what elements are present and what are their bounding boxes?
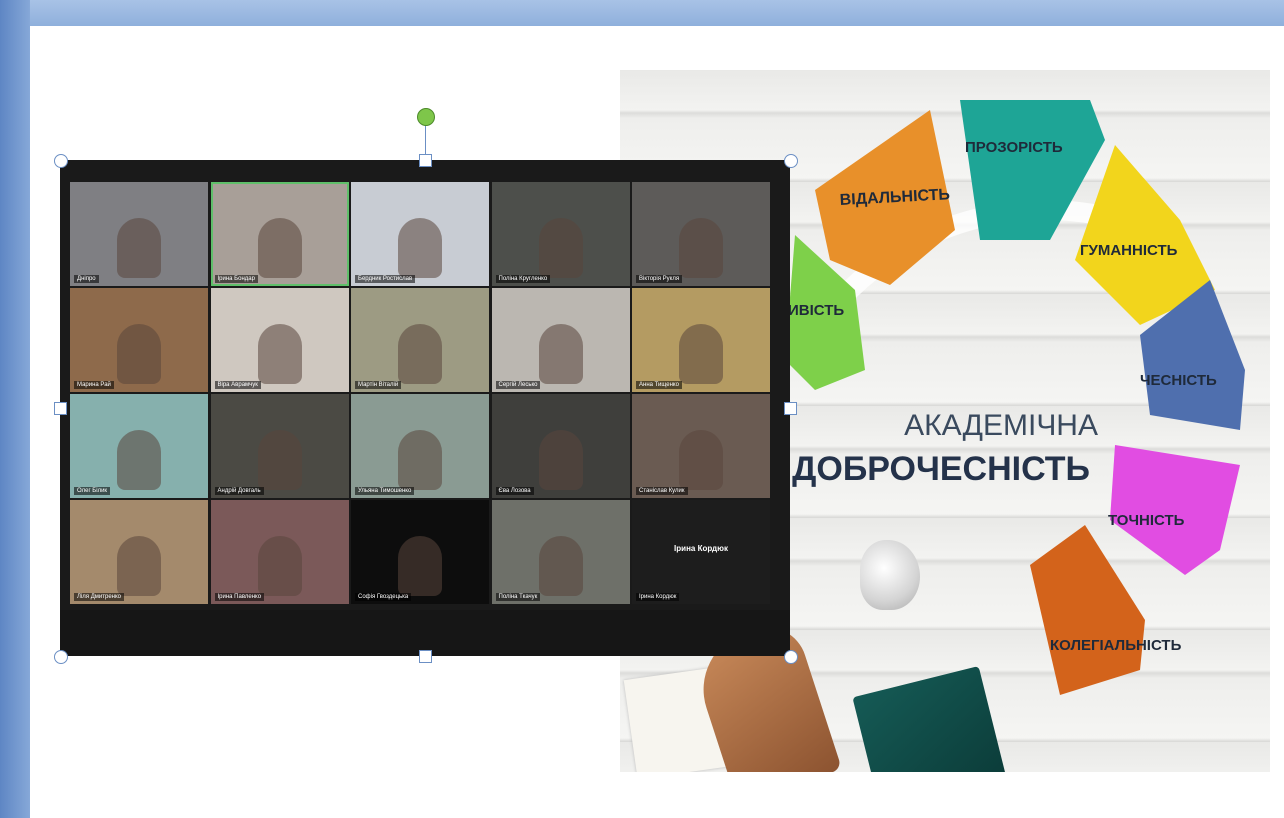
- participant-video: [398, 324, 442, 384]
- participant-video: [257, 218, 302, 278]
- zoom-call-screenshot[interactable]: Дніпро Ірина Бондар Бердник Ростислав Полін…: [60, 160, 790, 656]
- participant-name-label: Ліля Дмитренко: [74, 593, 124, 601]
- participant-video: [679, 218, 723, 278]
- participant-name-label: Марина Рай: [74, 381, 114, 389]
- participant-name-label: Олег Білик: [74, 487, 111, 495]
- participant-tile[interactable]: Поліна Кругленко: [491, 182, 630, 286]
- participant-tile[interactable]: Ульяна Тимошенко: [351, 394, 489, 498]
- participant-tile[interactable]: Сергій Лесько: [491, 288, 630, 392]
- participant-video: [117, 218, 161, 278]
- participant-center-name: Ірина Кордюк: [674, 544, 728, 553]
- participant-video: [679, 430, 723, 490]
- participant-name-label: Поліна Кругленко: [495, 275, 551, 283]
- window-top-band: [0, 0, 1284, 26]
- participant-video: [398, 536, 442, 596]
- participant-video: [538, 536, 583, 596]
- participant-tile[interactable]: Ліля Дмитренко: [70, 500, 208, 604]
- participant-tile[interactable]: Дніпро: [70, 182, 208, 286]
- participant-video: [398, 218, 442, 278]
- petal-label-4: ЧЕСНІСТЬ: [1140, 372, 1217, 389]
- petal-label-6: КОЛЕГІАЛЬНІСТЬ: [1050, 637, 1182, 654]
- participant-name-label: Ірина Кордюк: [636, 593, 680, 601]
- participant-video: [538, 218, 583, 278]
- participant-name-label: Анна Тищенко: [636, 381, 682, 389]
- window-left-band: [0, 0, 30, 818]
- resize-handle-top-left[interactable]: [54, 154, 68, 168]
- participant-name-label: Поліна Ткачук: [495, 593, 541, 601]
- participant-video: [398, 430, 442, 490]
- poster-title-line2: ДОБРОЧЕСНІСТЬ: [792, 450, 1090, 488]
- resize-handle-left[interactable]: [54, 402, 67, 415]
- participant-tile[interactable]: Станіслав Кулик: [632, 394, 770, 498]
- petal-5: [1110, 445, 1240, 575]
- resize-handle-top-right[interactable]: [784, 154, 798, 168]
- participant-tile[interactable]: Мартін Віталій: [351, 288, 489, 392]
- participant-video: [257, 536, 302, 596]
- participant-tile[interactable]: Софія Гвоздецька: [351, 500, 489, 604]
- participant-name-label: Сергій Лесько: [495, 381, 541, 389]
- participant-tile[interactable]: Ірина Павленко: [210, 500, 349, 604]
- participant-tile[interactable]: Єва Лозова: [491, 394, 630, 498]
- participant-tile[interactable]: Віра Аврамчук: [210, 288, 349, 392]
- participant-video: [257, 430, 302, 490]
- participant-name-label: Андрій Довгаль: [214, 487, 264, 495]
- participant-name-label: Бердник Ростислав: [355, 275, 416, 283]
- participant-video: [117, 324, 161, 384]
- participant-name-label: Мартін Віталій: [355, 381, 402, 389]
- petal-label-1: ПРОЗОРІСТЬ: [965, 139, 1063, 156]
- participant-name-label: Віра Аврамчук: [214, 381, 261, 389]
- participant-grid: Дніпро Ірина Бондар Бердник Ростислав Полін…: [70, 182, 770, 606]
- resize-handle-right[interactable]: [784, 402, 797, 415]
- participant-name-label: Єва Лозова: [495, 487, 534, 495]
- participant-name-label: Дніпро: [74, 275, 99, 283]
- participant-video: [538, 430, 583, 490]
- resize-handle-top[interactable]: [419, 154, 432, 167]
- petal-label-3: ИВІСТЬ: [788, 302, 844, 319]
- resize-handle-bottom-right[interactable]: [784, 650, 798, 664]
- participant-name-label: Софія Гвоздецька: [355, 593, 412, 601]
- petal-6: [1030, 525, 1145, 695]
- participant-tile[interactable]: Марина Рай: [70, 288, 208, 392]
- participant-name-label: Ульяна Тимошенко: [355, 487, 415, 495]
- participant-video: [257, 324, 302, 384]
- participant-tile[interactable]: Поліна Ткачук: [491, 500, 630, 604]
- petal-label-2: ГУМАННІСТЬ: [1080, 242, 1178, 259]
- participant-tile[interactable]: Ірина Бондар: [210, 182, 349, 286]
- participant-tile[interactable]: Бердник Ростислав: [351, 182, 489, 286]
- participant-name-label: Станіслав Кулик: [636, 487, 688, 495]
- rotate-handle[interactable]: [417, 108, 435, 126]
- participant-tile[interactable]: Андрій Довгаль: [210, 394, 349, 498]
- participant-tile[interactable]: Ірина Кордюк Ірина Кордюк: [632, 500, 770, 604]
- resize-handle-bottom-left[interactable]: [54, 650, 68, 664]
- poster-title-line1: АКАДЕМІЧНА: [904, 409, 1098, 442]
- participant-tile[interactable]: Олег Білик: [70, 394, 208, 498]
- participant-video: [117, 430, 161, 490]
- participant-video: [117, 536, 161, 596]
- participant-video: [538, 324, 583, 384]
- petal-label-5: ТОЧНІСТЬ: [1108, 512, 1185, 529]
- participant-tile[interactable]: Анна Тищенко: [632, 288, 770, 392]
- participant-video: [679, 324, 723, 384]
- resize-handle-bottom[interactable]: [419, 650, 432, 663]
- participant-name-label: Ірина Бондар: [214, 275, 258, 283]
- participant-name-label: Ірина Павленко: [214, 593, 265, 601]
- participant-tile[interactable]: Вікторія Рукля: [632, 182, 770, 286]
- participant-name-label: Вікторія Рукля: [636, 275, 683, 283]
